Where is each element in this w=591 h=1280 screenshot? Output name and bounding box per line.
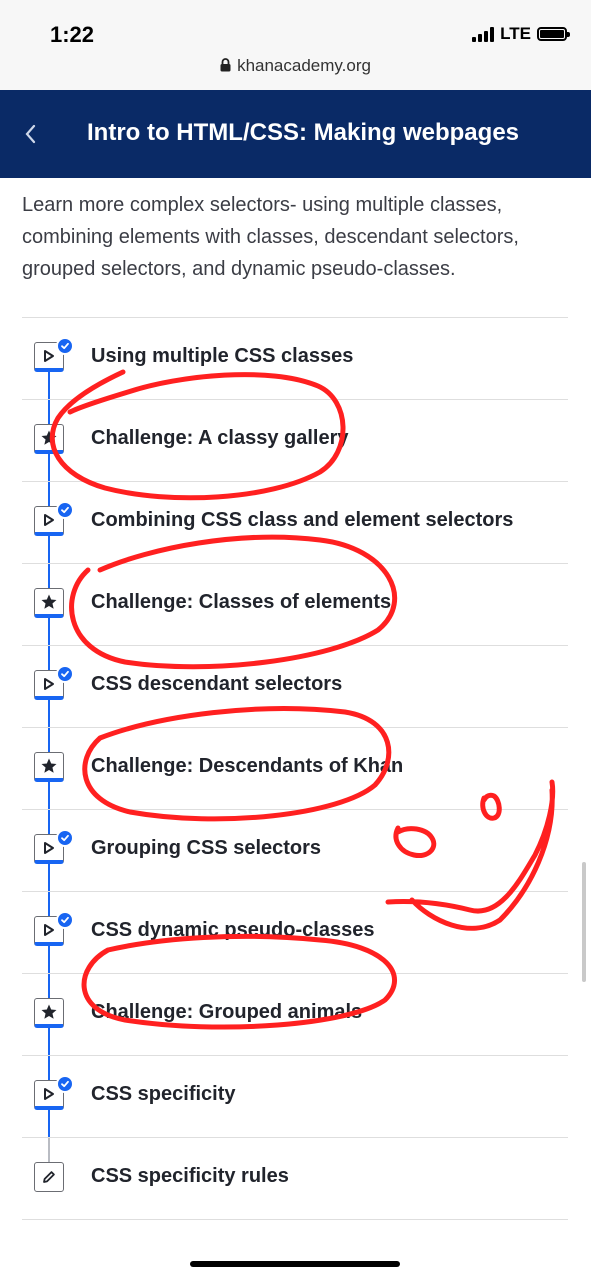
star-icon bbox=[41, 594, 57, 609]
completed-badge bbox=[56, 337, 74, 355]
home-indicator[interactable] bbox=[190, 1261, 400, 1267]
status-bar: 1:22 LTE khanacademy.org bbox=[0, 0, 591, 90]
lesson-label: Challenge: Grouped animals bbox=[91, 1001, 363, 1023]
lesson-label: CSS specificity bbox=[91, 1083, 236, 1105]
lesson-item[interactable]: Challenge: Descendants of Khan bbox=[22, 728, 568, 810]
checkmark-icon bbox=[61, 670, 69, 678]
unit-description: Learn more complex selectors- using mult… bbox=[22, 194, 519, 280]
back-button[interactable] bbox=[18, 116, 48, 152]
battery-icon bbox=[537, 27, 570, 41]
chevron-left-icon bbox=[25, 124, 36, 144]
checkmark-icon bbox=[61, 1080, 69, 1088]
lock-icon bbox=[220, 58, 231, 72]
play-icon bbox=[44, 677, 54, 690]
checkmark-icon bbox=[61, 834, 69, 842]
completed-badge bbox=[56, 1075, 74, 1093]
checkmark-icon bbox=[61, 342, 69, 350]
lesson-item[interactable]: Challenge: Grouped animals bbox=[22, 974, 568, 1056]
play-icon bbox=[44, 841, 54, 854]
lesson-label: Challenge: Classes of elements bbox=[91, 591, 392, 613]
signal-icon bbox=[472, 26, 495, 42]
lesson-label: Challenge: Descendants of Khan bbox=[91, 755, 404, 777]
network-label: LTE bbox=[500, 24, 531, 43]
app-header: Intro to HTML/CSS: Making webpages bbox=[0, 90, 591, 178]
star-icon bbox=[41, 1004, 57, 1019]
play-icon bbox=[44, 923, 54, 936]
progress-connector bbox=[48, 1138, 50, 1162]
lesson-item[interactable]: Combining CSS class and element selector… bbox=[22, 482, 568, 564]
checkmark-icon bbox=[61, 916, 69, 924]
play-icon bbox=[44, 1087, 54, 1100]
lesson-item[interactable]: Using multiple CSS classes bbox=[22, 318, 568, 400]
system-indicators: LTE bbox=[472, 24, 570, 44]
page-title: Intro to HTML/CSS: Making webpages bbox=[87, 119, 520, 146]
lesson-list: Using multiple CSS classes Challenge: A c… bbox=[22, 317, 568, 1220]
challenge-status-icon bbox=[34, 998, 64, 1028]
lesson-item[interactable]: CSS dynamic pseudo-classes bbox=[22, 892, 568, 974]
challenge-status-icon bbox=[34, 752, 64, 782]
play-icon bbox=[44, 349, 54, 362]
lesson-item[interactable]: Grouping CSS selectors bbox=[22, 810, 568, 892]
checkmark-icon bbox=[61, 506, 69, 514]
star-icon bbox=[41, 758, 57, 773]
completed-badge bbox=[56, 829, 74, 847]
pencil-icon bbox=[43, 1171, 55, 1183]
lesson-label: CSS dynamic pseudo-classes bbox=[91, 919, 375, 941]
lesson-label: Combining CSS class and element selector… bbox=[91, 509, 514, 531]
article-status-icon bbox=[34, 1162, 64, 1192]
completed-badge bbox=[56, 501, 74, 519]
lesson-label: Using multiple CSS classes bbox=[91, 345, 354, 367]
url-bar[interactable]: khanacademy.org bbox=[0, 56, 591, 76]
lesson-item[interactable]: CSS descendant selectors bbox=[22, 646, 568, 728]
scrollbar[interactable] bbox=[582, 862, 586, 982]
lesson-label: Grouping CSS selectors bbox=[91, 837, 322, 859]
url-text: khanacademy.org bbox=[237, 56, 371, 75]
completed-badge bbox=[56, 911, 74, 929]
challenge-status-icon bbox=[34, 588, 64, 618]
lesson-label: CSS descendant selectors bbox=[91, 673, 343, 695]
star-icon bbox=[41, 430, 57, 445]
challenge-status-icon bbox=[34, 424, 64, 454]
play-icon bbox=[44, 513, 54, 526]
lesson-item[interactable]: CSS specificity rules bbox=[22, 1138, 568, 1220]
lesson-label: Challenge: A classy gallery bbox=[91, 427, 349, 449]
lesson-label: CSS specificity rules bbox=[91, 1165, 289, 1187]
lesson-item[interactable]: CSS specificity bbox=[22, 1056, 568, 1138]
status-time: 1:22 bbox=[50, 22, 95, 47]
lesson-item[interactable]: Challenge: Classes of elements bbox=[22, 564, 568, 646]
completed-badge bbox=[56, 665, 74, 683]
lesson-item[interactable]: Challenge: A classy gallery bbox=[22, 400, 568, 482]
